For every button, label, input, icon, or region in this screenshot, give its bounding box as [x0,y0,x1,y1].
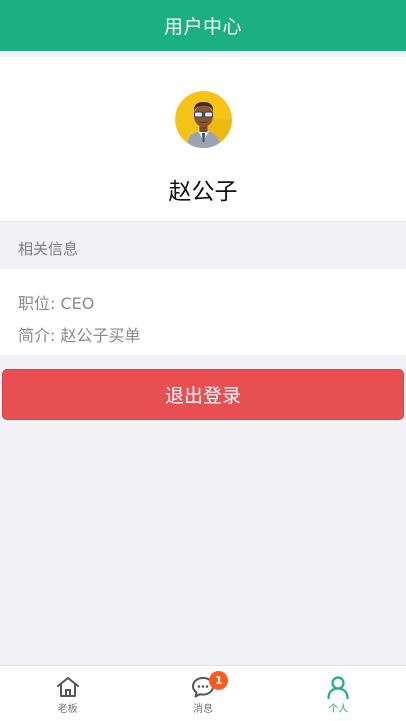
logout-button-label: 退出登录 [164,385,241,407]
info-panel: 职位: CEO 简介: 赵公子买单 [0,269,406,355]
header-bar: 用户中心 [0,0,406,51]
profile-card: 赵公子 [0,57,406,222]
tab-label-boss: 老板 [57,704,78,715]
home-icon [56,677,79,697]
logout-button[interactable]: 退出登录 [2,369,404,420]
position-text: 职位: CEO [18,294,95,313]
tab-label-messages: 消息 [192,704,213,715]
message-count-badge: 1 [209,671,229,690]
intro-text: 简介: 赵公子买单 [18,326,141,345]
avatar-illustration-icon [175,91,232,148]
section-title-info: 相关信息 [18,240,79,258]
tab-messages[interactable]: 1 消息 [135,666,270,721]
avatar [175,91,232,148]
page-title: 用户中心 [163,16,242,38]
profile-name: 赵公子 [168,179,238,205]
bottom-tab-bar: 老板 1 消息 个人 [0,665,406,721]
person-icon [327,676,349,699]
tab-boss[interactable]: 老板 [0,666,135,721]
tab-profile[interactable]: 个人 [271,666,406,721]
tab-label-profile: 个人 [328,704,349,715]
